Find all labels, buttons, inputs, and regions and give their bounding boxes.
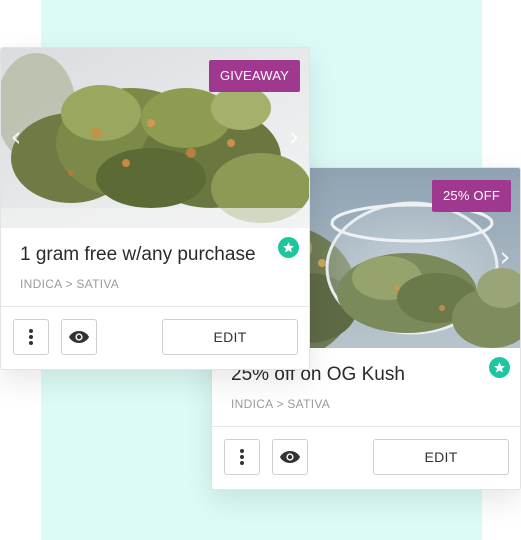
- more-options-button[interactable]: [13, 319, 49, 355]
- offer-badge: GIVEAWAY: [208, 60, 300, 92]
- kebab-icon: [29, 329, 33, 345]
- chevron-right-icon[interactable]: ›: [285, 122, 303, 152]
- kebab-icon: [240, 449, 244, 465]
- preview-button[interactable]: [61, 319, 97, 355]
- deal-photo: ‹ › GIVEAWAY: [1, 48, 309, 228]
- chevron-left-icon[interactable]: ‹: [7, 122, 25, 152]
- chevron-right-icon[interactable]: ›: [496, 242, 514, 272]
- deal-category: INDICA > SATIVA: [20, 277, 120, 291]
- more-options-button[interactable]: [224, 439, 260, 475]
- star-icon: [278, 237, 299, 258]
- deal-category: INDICA > SATIVA: [231, 397, 331, 411]
- eye-icon: [280, 451, 300, 463]
- offer-badge: 25% OFF: [431, 180, 511, 212]
- preview-button[interactable]: [272, 439, 308, 475]
- star-icon: [489, 357, 510, 378]
- eye-icon: [69, 331, 89, 343]
- edit-button[interactable]: EDIT: [162, 319, 298, 355]
- edit-button[interactable]: EDIT: [373, 439, 509, 475]
- deal-title: 1 gram free w/any purchase: [20, 244, 256, 265]
- deal-card-giveaway: ‹ › GIVEAWAY 1 gram free w/any purchase …: [0, 47, 310, 370]
- divider: [1, 306, 309, 307]
- divider: [212, 426, 520, 427]
